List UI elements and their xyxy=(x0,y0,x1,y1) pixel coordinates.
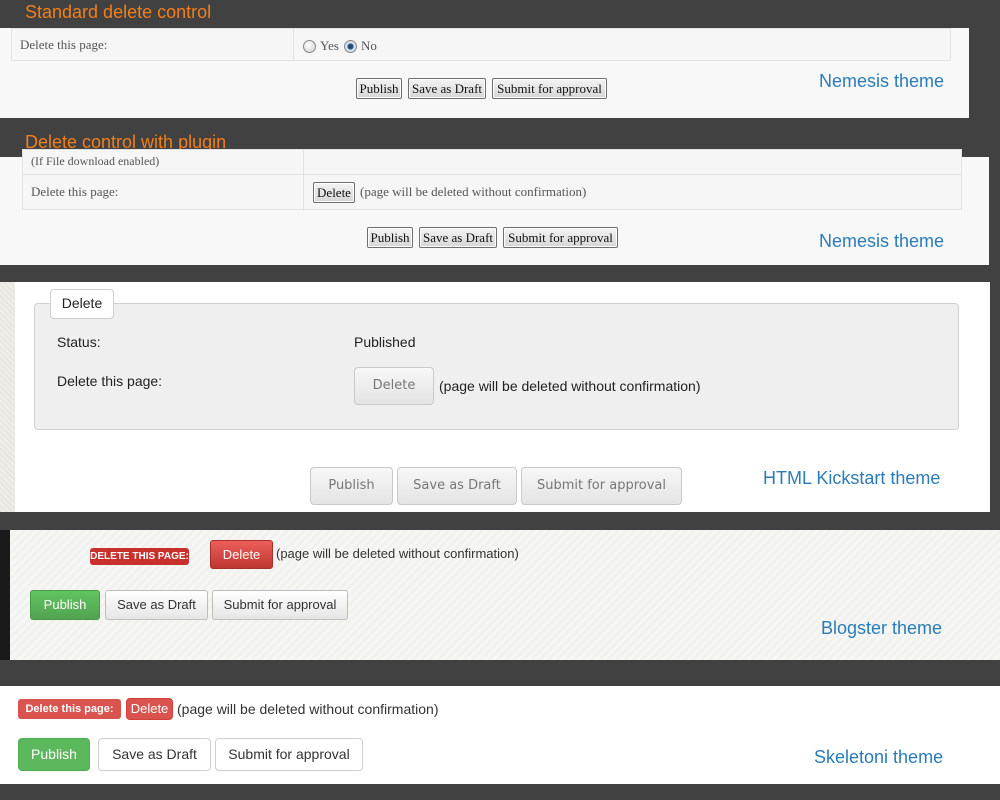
submit-approval-button[interactable]: Submit for approval xyxy=(503,227,618,248)
delete-label-badge: DELETE THIS PAGE: xyxy=(90,548,189,565)
status-value: Published xyxy=(354,334,416,350)
save-draft-button[interactable]: Save as Draft xyxy=(397,467,517,505)
kickstart-pattern-edge xyxy=(0,282,15,512)
theme-label: Skeletoni theme xyxy=(814,747,944,767)
publish-button[interactable]: Publish xyxy=(310,467,393,505)
kickstart-panel: Status: Published Delete this page: Dele… xyxy=(15,282,990,512)
save-draft-button[interactable]: Save as Draft xyxy=(408,78,486,99)
radio-yes-label: Yes xyxy=(320,38,339,53)
submit-approval-button[interactable]: Submit for approval xyxy=(492,78,607,99)
submit-approval-button[interactable]: Submit for approval xyxy=(521,467,682,505)
submit-approval-button[interactable]: Submit for approval xyxy=(215,738,363,771)
clipped-row: (If File download enabled) xyxy=(22,149,962,176)
radio-no[interactable] xyxy=(344,40,357,53)
column-divider xyxy=(293,29,294,60)
fieldset-legend: Delete xyxy=(50,289,114,319)
theme-label: Blogster theme xyxy=(821,618,943,638)
theme-label: Nemesis theme xyxy=(819,231,945,251)
delete-button[interactable]: Delete xyxy=(210,540,273,569)
delete-note: (page will be deleted without confirmati… xyxy=(360,184,587,199)
blogster-dark-edge xyxy=(0,530,10,660)
delete-fieldset: Status: Published Delete this page: Dele… xyxy=(34,303,959,430)
delete-note: (page will be deleted without confirmati… xyxy=(439,378,701,394)
delete-label: Delete this page: xyxy=(57,373,163,389)
save-draft-button[interactable]: Save as Draft xyxy=(419,227,497,248)
radio-no-label: No xyxy=(361,38,377,53)
section1-heading: Standard delete control xyxy=(25,2,212,22)
publish-button[interactable]: Publish xyxy=(356,78,402,99)
delete-note: (page will be deleted without confirmati… xyxy=(177,701,439,717)
status-label: Status: xyxy=(57,334,101,350)
delete-note: (page will be deleted without confirmati… xyxy=(276,546,519,561)
delete-label: Delete this page: xyxy=(31,184,119,199)
radio-yes[interactable] xyxy=(303,40,316,53)
skeletoni-panel: Delete this page: Delete (page will be d… xyxy=(0,686,1000,784)
column-divider xyxy=(303,175,304,209)
theme-label: HTML Kickstart theme xyxy=(763,468,941,488)
nemesis-panel-standard: Delete this page: Yes No Publish Save as… xyxy=(0,28,969,118)
delete-button[interactable]: Delete xyxy=(313,182,355,203)
clipped-row-text: (If File download enabled) xyxy=(31,154,160,168)
column-divider xyxy=(303,150,304,175)
theme-label: Nemesis theme xyxy=(819,71,945,91)
delete-button[interactable]: Delete xyxy=(126,698,173,720)
delete-row: Delete this page: Yes No xyxy=(11,28,951,61)
publish-button[interactable]: Publish xyxy=(18,738,90,771)
delete-label-badge: Delete this page: xyxy=(18,699,121,719)
publish-button[interactable]: Publish xyxy=(30,590,100,620)
save-draft-button[interactable]: Save as Draft xyxy=(105,590,208,620)
delete-label: Delete this page: xyxy=(20,37,108,52)
delete-button[interactable]: Delete xyxy=(354,367,434,405)
save-draft-button[interactable]: Save as Draft xyxy=(98,738,211,771)
delete-row: Delete this page: Delete (page will be d… xyxy=(22,174,962,210)
blogster-panel: DELETE THIS PAGE: Delete (page will be d… xyxy=(10,530,1000,660)
submit-approval-button[interactable]: Submit for approval xyxy=(212,590,348,620)
nemesis-panel-plugin: (If File download enabled) Delete this p… xyxy=(0,149,989,265)
publish-button[interactable]: Publish xyxy=(367,227,413,248)
